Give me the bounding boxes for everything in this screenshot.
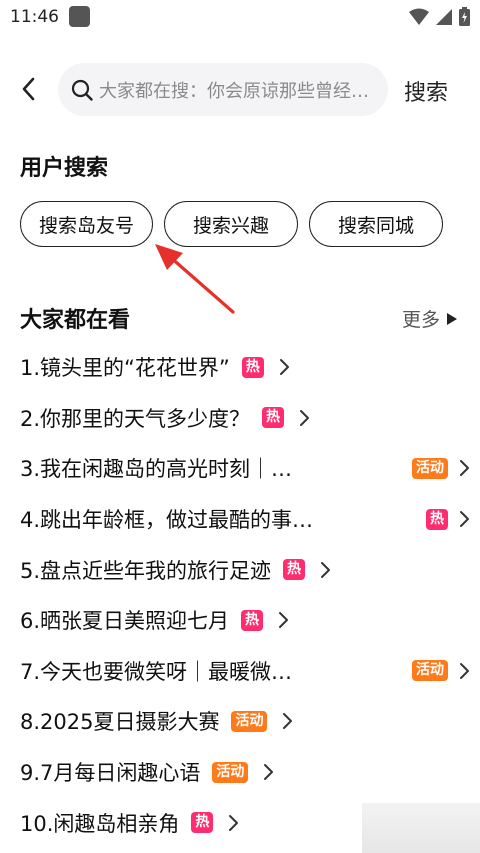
- hot-badge: 热: [283, 559, 306, 581]
- chevron-right-icon: [229, 814, 239, 831]
- status-bar: 11:46: [0, 0, 480, 34]
- item-title: 4.跳出年龄框，做过最酷的事…: [20, 508, 314, 533]
- search-placeholder: 大家都在搜：你会原谅那些曾经伤害过你的人吗: [99, 80, 371, 102]
- wifi-icon: [409, 8, 429, 25]
- back-arrow-icon: [22, 77, 35, 101]
- list-item[interactable]: 9.7月每日闲趣心语 活动: [20, 747, 470, 798]
- item-title: 5.盘点近些年我的旅行足迹: [20, 558, 272, 583]
- activity-badge: 活动: [412, 660, 448, 682]
- list-item[interactable]: 2.你那里的天气多少度？ 热: [20, 393, 470, 444]
- list-item[interactable]: 1.镜头里的“花花世界” 热: [20, 342, 470, 393]
- blurred-overlay: [362, 803, 480, 853]
- search-same-city-chip[interactable]: 搜索同城: [309, 201, 443, 247]
- annotation-arrow: [155, 244, 235, 314]
- search-island-id-chip[interactable]: 搜索岛友号: [20, 201, 153, 247]
- list-item[interactable]: 4.跳出年龄框，做过最酷的事… 热: [20, 494, 470, 545]
- hot-badge: 热: [241, 356, 264, 378]
- hot-badge: 热: [241, 609, 264, 631]
- list-item[interactable]: 8.2025夏日摄影大赛 活动: [20, 696, 470, 747]
- hot-badge: 热: [191, 812, 214, 834]
- chevron-right-icon: [460, 460, 469, 477]
- item-title: 6.晒张夏日美照迎七月: [20, 609, 230, 634]
- signal-icon: [436, 8, 452, 25]
- list-item[interactable]: 7.今天也要微笑呀｜最暖微… 活动: [20, 646, 470, 697]
- activity-badge: 活动: [231, 710, 268, 732]
- battery-icon: [459, 7, 470, 26]
- chevron-right-icon: [460, 662, 469, 679]
- more-label: 更多: [401, 309, 440, 331]
- chevron-right-icon: [283, 713, 293, 730]
- chevron-right-icon: [279, 359, 289, 376]
- item-title: 10.闲趣岛相亲角: [20, 811, 180, 836]
- more-link[interactable]: 更多: [402, 305, 458, 332]
- chevron-right-icon: [264, 764, 274, 781]
- item-title: 2.你那里的天气多少度？: [20, 406, 251, 431]
- play-triangle-icon: [447, 312, 457, 325]
- chevron-right-icon: [321, 561, 331, 578]
- item-title: 1.镜头里的“花花世界”: [20, 356, 230, 381]
- activity-badge: 活动: [412, 457, 448, 479]
- list-item[interactable]: 5.盘点近些年我的旅行足迹 热: [20, 544, 470, 595]
- activity-badge: 活动: [212, 761, 249, 783]
- item-title: 7.今天也要微笑呀｜最暖微…: [20, 659, 293, 684]
- notification-app-icon: [69, 6, 90, 27]
- chevron-right-icon: [300, 409, 310, 426]
- list-item[interactable]: 3.我在闲趣岛的高光时刻｜… 活动: [20, 443, 470, 494]
- search-button[interactable]: 搜索: [404, 75, 448, 107]
- item-title: 3.我在闲趣岛的高光时刻｜…: [20, 457, 293, 482]
- chevron-right-icon: [279, 612, 289, 629]
- search-header: 大家都在搜：你会原谅那些曾经伤害过你的人吗 搜索: [0, 62, 480, 118]
- item-title: 9.7月每日闲趣心语: [20, 761, 201, 786]
- user-search-title: 用户搜索: [20, 156, 109, 181]
- back-button[interactable]: [14, 74, 42, 104]
- search-icon: [71, 79, 93, 101]
- item-title: 8.2025夏日摄影大赛: [20, 710, 220, 735]
- list-item[interactable]: 6.晒张夏日美照迎七月 热: [20, 595, 470, 646]
- trending-list: 1.镜头里的“花花世界” 热 2.你那里的天气多少度？ 热 3.我在闲趣岛的高光…: [20, 342, 470, 848]
- trending-title: 大家都在看: [20, 308, 131, 333]
- status-icons: [409, 7, 470, 26]
- status-time: 11:46: [10, 7, 59, 27]
- search-input[interactable]: 大家都在搜：你会原谅那些曾经伤害过你的人吗: [58, 63, 388, 116]
- chevron-right-icon: [460, 511, 469, 528]
- hot-badge: 热: [262, 407, 285, 429]
- hot-badge: 热: [426, 508, 448, 530]
